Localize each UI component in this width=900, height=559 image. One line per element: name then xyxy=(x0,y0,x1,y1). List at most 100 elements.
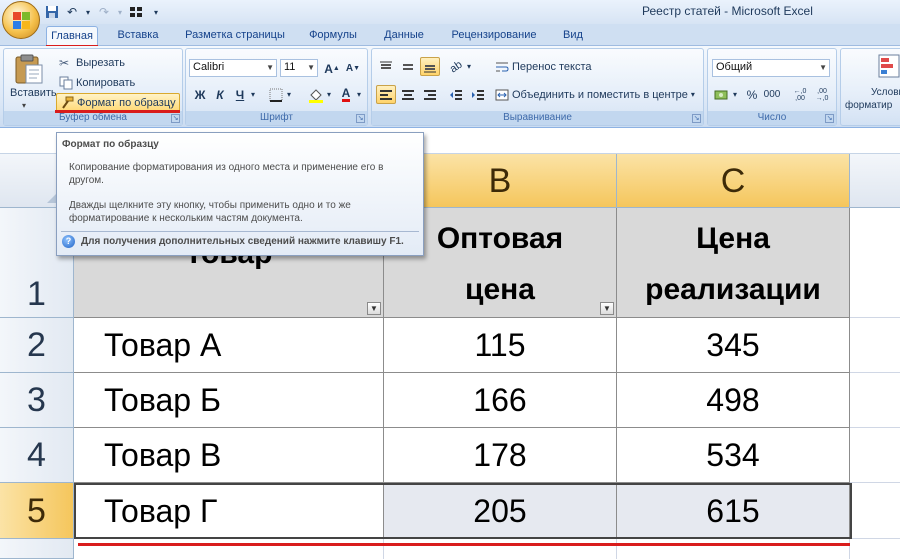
align-center-button[interactable] xyxy=(398,85,418,104)
font-size-dropdown-icon[interactable]: ▼ xyxy=(307,63,315,72)
thousands-button[interactable]: 000 xyxy=(760,85,784,104)
filter-dropdown-icon[interactable]: ▼ xyxy=(367,302,381,315)
number-dialog-launcher[interactable]: ↘ xyxy=(825,114,834,123)
tab-view[interactable]: Вид xyxy=(556,26,590,46)
paste-icon[interactable] xyxy=(12,53,44,85)
decrease-decimal-button[interactable]: ,00 →,0 xyxy=(812,85,832,104)
tooltip-title: Формат по образцу xyxy=(62,139,159,150)
undo-dropdown-icon[interactable]: ▾ xyxy=(84,4,92,20)
cell-b6[interactable] xyxy=(384,539,617,559)
align-right-button[interactable] xyxy=(420,85,440,104)
cell-a6[interactable] xyxy=(74,539,384,559)
undo-icon[interactable]: ↶ xyxy=(64,4,80,20)
decrease-decimal-icon: ,00 →,0 xyxy=(815,87,829,102)
save-icon[interactable] xyxy=(44,4,60,20)
redo-icon[interactable]: ↷ xyxy=(96,4,112,20)
currency-format-button[interactable] xyxy=(712,85,732,104)
column-header-c[interactable]: C xyxy=(617,154,850,208)
cell-c1[interactable]: Цена реализации xyxy=(617,208,850,318)
orientation-dropdown-icon[interactable]: ▾ xyxy=(464,57,474,76)
decrease-indent-button[interactable] xyxy=(446,85,466,104)
row-header-4[interactable]: 4 xyxy=(0,428,74,483)
cell-b4[interactable]: 178 xyxy=(384,428,617,483)
borders-button[interactable] xyxy=(266,85,286,104)
tab-insert[interactable]: Вставка xyxy=(110,26,166,46)
row-header-3[interactable]: 3 xyxy=(0,373,74,428)
redo-dropdown-icon[interactable]: ▾ xyxy=(116,4,124,20)
alignment-dialog-launcher[interactable]: ↘ xyxy=(692,114,701,123)
cell-b2[interactable]: 115 xyxy=(384,318,617,373)
increase-indent-button[interactable] xyxy=(468,85,488,104)
align-bottom-button[interactable] xyxy=(420,57,440,76)
cell-d2[interactable] xyxy=(850,318,900,373)
fill-color-dropdown-icon[interactable]: ▾ xyxy=(324,85,334,104)
merge-dropdown-icon[interactable]: ▾ xyxy=(691,90,695,99)
cell-a2[interactable]: Товар А xyxy=(74,318,384,373)
font-color-dropdown-icon[interactable]: ▾ xyxy=(354,85,364,104)
tab-review[interactable]: Рецензирование xyxy=(444,26,544,46)
grow-font-button[interactable]: A ▲ xyxy=(322,59,342,78)
tooltip-help-text: Для получения дополнительных сведений на… xyxy=(81,236,404,247)
fill-color-button[interactable] xyxy=(306,85,326,104)
conditional-formatting-icon[interactable] xyxy=(877,53,900,79)
cut-button[interactable]: ✂ Вырезать xyxy=(56,53,128,72)
font-color-button[interactable]: A xyxy=(336,85,356,104)
orientation-button[interactable]: ab xyxy=(446,57,466,76)
font-group-label: Шрифт xyxy=(186,111,367,125)
cell-c6[interactable] xyxy=(617,539,850,559)
copy-button[interactable]: Копировать xyxy=(56,73,138,92)
cell-c3[interactable]: 498 xyxy=(617,373,850,428)
cell-b5[interactable]: 205 xyxy=(384,483,617,539)
tab-home[interactable]: Главная xyxy=(46,26,98,46)
increase-decimal-button[interactable]: ←,0,00 xyxy=(790,85,810,104)
currency-dropdown-icon[interactable]: ▾ xyxy=(730,85,740,104)
cell-a3[interactable]: Товар Б xyxy=(74,373,384,428)
paste-dropdown-icon[interactable]: ▾ xyxy=(22,101,26,110)
align-top-button[interactable] xyxy=(376,57,396,76)
font-name-combo[interactable]: Calibri ▼ xyxy=(189,59,277,77)
row-header-6[interactable] xyxy=(0,539,74,559)
font-size-combo[interactable]: 11 ▼ xyxy=(280,59,318,77)
clipboard-dialog-launcher[interactable]: ↘ xyxy=(171,114,180,123)
underline-dropdown-icon[interactable]: ▾ xyxy=(248,85,258,104)
align-middle-button[interactable] xyxy=(398,57,418,76)
increase-indent-icon xyxy=(472,89,484,100)
font-dialog-launcher[interactable]: ↘ xyxy=(356,114,365,123)
cell-b3[interactable]: 166 xyxy=(384,373,617,428)
filter-dropdown-icon[interactable]: ▼ xyxy=(600,302,614,315)
tab-data[interactable]: Данные xyxy=(376,26,432,46)
paste-button[interactable]: Вставить xyxy=(10,87,57,99)
cell-c4[interactable]: 534 xyxy=(617,428,850,483)
cell-c5[interactable]: 615 xyxy=(617,483,850,539)
tab-page-layout[interactable]: Разметка страницы xyxy=(180,26,290,46)
custom-qat-icon[interactable] xyxy=(128,4,144,20)
cell-d1[interactable] xyxy=(850,208,900,318)
tab-formulas[interactable]: Формулы xyxy=(302,26,364,46)
align-left-button[interactable] xyxy=(376,85,396,104)
number-format-dropdown-icon[interactable]: ▼ xyxy=(819,63,827,72)
shrink-font-button[interactable]: A ▼ xyxy=(343,59,363,78)
cell-a4[interactable]: Товар В xyxy=(74,428,384,483)
font-name-dropdown-icon[interactable]: ▼ xyxy=(266,63,274,72)
row-header-5[interactable]: 5 xyxy=(0,483,74,539)
wrap-text-button[interactable]: Перенос текста xyxy=(492,57,595,76)
borders-icon xyxy=(269,88,283,102)
conditional-formatting-label[interactable]: Услови xyxy=(871,87,900,98)
customize-qat-icon[interactable]: ▾ xyxy=(148,4,164,20)
number-format-combo[interactable]: Общий ▼ xyxy=(712,59,830,77)
column-header-d[interactable] xyxy=(850,154,900,208)
cell-c2[interactable]: 345 xyxy=(617,318,850,373)
cell-d5[interactable] xyxy=(850,483,900,539)
bold-button[interactable]: Ж xyxy=(190,85,210,104)
cell-a5[interactable]: Товар Г xyxy=(74,483,384,539)
italic-button[interactable]: К xyxy=(210,85,230,104)
merge-center-button[interactable]: Объединить и поместить в центре ▾ xyxy=(492,85,698,104)
cell-d4[interactable] xyxy=(850,428,900,483)
office-button[interactable] xyxy=(2,1,40,39)
row-header-2[interactable]: 2 xyxy=(0,318,74,373)
underline-button[interactable]: Ч xyxy=(230,85,250,104)
cell-d3[interactable] xyxy=(850,373,900,428)
header-wholesale-line2: цена xyxy=(465,273,535,306)
borders-dropdown-icon[interactable]: ▾ xyxy=(284,85,294,104)
percent-button[interactable]: % xyxy=(742,85,762,104)
